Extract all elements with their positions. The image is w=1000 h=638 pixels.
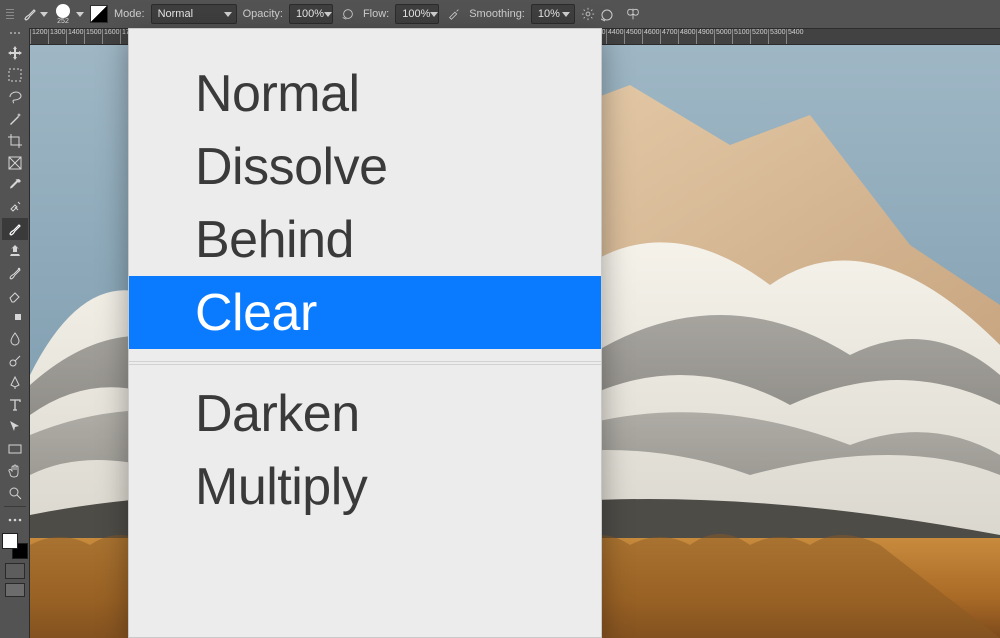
eyedropper-tool[interactable] [2, 174, 28, 196]
blend-mode-option-clear[interactable]: Clear [129, 276, 601, 349]
edit-toolbar[interactable] [2, 509, 28, 531]
pen-tool[interactable] [2, 372, 28, 394]
crop-tool[interactable] [2, 130, 28, 152]
pressure-size-toggle[interactable] [601, 5, 619, 23]
ruler-tick: 5300 [768, 29, 786, 44]
ruler-tick: 4600 [642, 29, 660, 44]
marquee-tool[interactable] [2, 64, 28, 86]
smoothing-value: 10% [538, 8, 560, 20]
color-swatches[interactable] [2, 533, 28, 559]
pressure-opacity-toggle[interactable] [339, 5, 357, 23]
path-selection-tool[interactable] [2, 416, 28, 438]
options-bar-handle[interactable] [6, 3, 14, 25]
gear-icon[interactable] [581, 7, 595, 21]
ruler-tick: 5400 [786, 29, 804, 44]
opacity-value: 100% [296, 8, 324, 20]
mode-label: Mode: [114, 8, 145, 20]
opacity-label: Opacity: [243, 8, 283, 20]
airbrush-toggle[interactable] [445, 5, 463, 23]
brush-size-readout: 252 [57, 18, 69, 25]
ruler-tick: 4800 [678, 29, 696, 44]
ruler-tick: 4400 [606, 29, 624, 44]
ruler-tick: 1200 [30, 29, 48, 44]
clone-stamp-tool[interactable] [2, 240, 28, 262]
chevron-down-icon [40, 10, 48, 18]
ruler-tick: 1400 [66, 29, 84, 44]
symmetry-icon[interactable] [625, 6, 641, 22]
chevron-down-icon [562, 10, 570, 18]
dodge-tool[interactable] [2, 350, 28, 372]
ruler-tick: 4500 [624, 29, 642, 44]
type-tool[interactable] [2, 394, 28, 416]
blend-mode-option-normal[interactable]: Normal [129, 57, 601, 130]
hand-tool[interactable] [2, 460, 28, 482]
chevron-down-icon [224, 10, 232, 18]
blend-mode-value: Normal [158, 8, 193, 20]
ruler-tick: 4700 [660, 29, 678, 44]
ruler-tick: 1500 [84, 29, 102, 44]
ruler-tick: 5100 [732, 29, 750, 44]
flow-label: Flow: [363, 8, 389, 20]
options-bar: 252 Mode: Normal Opacity: 100% Flow: 100… [0, 0, 1000, 28]
rectangle-tool[interactable] [2, 438, 28, 460]
gradient-tool[interactable] [2, 306, 28, 328]
left-toolbar: Adobe RGB (1998)… [0, 28, 30, 638]
move-tool[interactable] [2, 42, 28, 64]
smoothing-label: Smoothing: [469, 8, 525, 20]
menu-divider [129, 361, 601, 365]
opacity-field[interactable]: 100% [289, 4, 333, 24]
chevron-down-icon [324, 10, 332, 18]
history-brush-tool[interactable] [2, 262, 28, 284]
chevron-down-icon[interactable] [76, 10, 84, 18]
tool-preset-picker[interactable] [20, 6, 50, 22]
smoothing-field[interactable]: 10% [531, 4, 575, 24]
quick-mask-toggle[interactable] [5, 563, 25, 579]
brush-dot-icon [56, 4, 70, 18]
ruler-tick: 1600 [102, 29, 120, 44]
magic-wand-tool[interactable] [2, 108, 28, 130]
ruler-tick: 5000 [714, 29, 732, 44]
blend-mode-option-darken[interactable]: Darken [129, 377, 601, 450]
ruler-tick: 5200 [750, 29, 768, 44]
blend-mode-dropdown[interactable]: Normal [151, 4, 237, 24]
blend-mode-option-behind[interactable]: Behind [129, 203, 601, 276]
frame-tool[interactable] [2, 152, 28, 174]
blend-mode-option-multiply[interactable]: Multiply [129, 450, 601, 523]
flow-value: 100% [402, 8, 430, 20]
blur-tool[interactable] [2, 328, 28, 350]
brush-tool-icon [22, 6, 38, 22]
foreground-color-swatch[interactable] [2, 533, 18, 549]
zoom-tool[interactable] [2, 482, 28, 504]
brush-panel-toggle[interactable] [90, 5, 108, 23]
blend-mode-option-dissolve[interactable]: Dissolve [129, 130, 601, 203]
chevron-down-icon [430, 10, 438, 18]
healing-brush-tool[interactable] [2, 196, 28, 218]
screen-mode-toggle[interactable] [5, 583, 25, 597]
lasso-tool[interactable] [2, 86, 28, 108]
eraser-tool[interactable] [2, 284, 28, 306]
ruler-tick: 1300 [48, 29, 66, 44]
brush-preset-picker[interactable]: 252 [56, 4, 70, 25]
ruler-tick: 4900 [696, 29, 714, 44]
brush-tool[interactable] [2, 218, 28, 240]
flow-field[interactable]: 100% [395, 4, 439, 24]
toolbar-handle[interactable] [3, 32, 27, 40]
blend-mode-menu: Normal Dissolve Behind Clear Darken Mult… [128, 28, 602, 638]
